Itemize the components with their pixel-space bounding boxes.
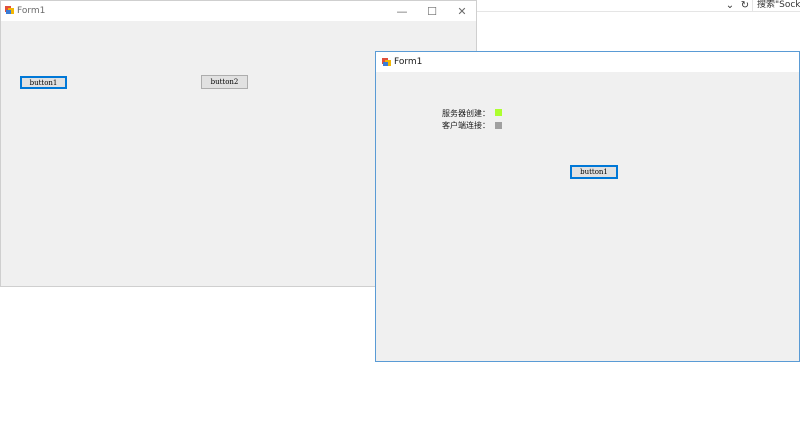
title-bar[interactable]: Form1	[376, 52, 799, 72]
button1[interactable]: button1	[20, 76, 67, 89]
client-connected-label: 客户端连接：	[442, 121, 490, 130]
close-icon: ✕	[457, 4, 467, 18]
chevron-down-icon[interactable]: ⌄	[724, 0, 736, 11]
search-box[interactable]: 搜索"Sock...	[752, 0, 800, 11]
refresh-icon[interactable]: ↻	[739, 0, 751, 11]
window-title: Form1	[17, 6, 46, 16]
minimize-icon: —	[396, 4, 408, 18]
winform-app-icon	[382, 58, 391, 66]
close-button[interactable]: ✕	[447, 1, 477, 21]
server-status-indicator	[495, 109, 502, 116]
winform-app-icon	[5, 6, 14, 14]
minimize-button[interactable]: —	[387, 1, 417, 21]
server-created-label: 服务器创建：	[442, 109, 490, 118]
button1[interactable]: button1	[570, 165, 618, 179]
window-title: Form1	[394, 57, 423, 67]
title-bar[interactable]: Form1 — ☐ ✕	[1, 1, 476, 21]
maximize-icon: ☐	[427, 4, 437, 18]
client-status-indicator	[495, 122, 502, 129]
button2[interactable]: button2	[201, 75, 248, 89]
maximize-button[interactable]: ☐	[417, 1, 447, 21]
form1-window-front[interactable]: Form1 服务器创建： 客户端连接： button1	[375, 51, 800, 362]
search-box-label: 搜索"Sock...	[757, 0, 800, 10]
